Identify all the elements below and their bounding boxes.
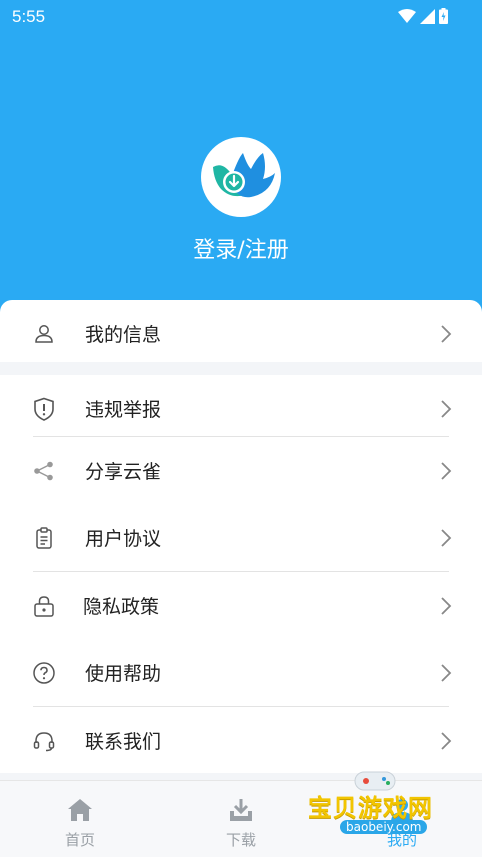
menu-item-label: 联系我们 — [85, 731, 162, 753]
chevron-right-icon — [441, 462, 452, 480]
settings-menu-card: 违规举报 分享云雀 用户协议 隐私政策 使用帮助 联系我们 — [0, 375, 482, 773]
clipboard-icon — [36, 527, 52, 549]
share-icon — [34, 461, 53, 481]
headset-icon — [33, 732, 55, 752]
battery-icon — [439, 8, 448, 24]
menu-item-user-agreement[interactable]: 用户协议 — [0, 504, 482, 571]
wifi-icon — [398, 8, 416, 23]
shield-alert-icon — [34, 397, 54, 421]
watermark-logo: 宝贝游戏网 baobeiy.com — [300, 766, 460, 856]
tab-label: 首页 — [64, 831, 95, 849]
status-bar: 5:55 — [0, 0, 482, 34]
login-register-link[interactable]: 登录/注册 — [0, 232, 482, 264]
menu-item-help[interactable]: 使用帮助 — [0, 639, 482, 706]
status-icons — [398, 8, 448, 24]
tab-label: 下载 — [225, 831, 256, 849]
chevron-right-icon — [441, 529, 452, 547]
menu-item-label: 我的信息 — [85, 324, 162, 346]
menu-item-my-info[interactable]: 我的信息 — [0, 300, 482, 367]
chevron-right-icon — [441, 400, 452, 418]
bird-logo-icon — [213, 153, 275, 198]
download-icon — [230, 799, 252, 821]
chevron-right-icon — [441, 597, 452, 615]
profile-header: 5:55 登录/注册 — [0, 0, 482, 330]
menu-item-report[interactable]: 违规举报 — [0, 375, 482, 442]
watermark-url: baobeiy.com — [340, 820, 428, 834]
tab-home[interactable]: 首页 — [0, 781, 160, 857]
app-logo-avatar[interactable] — [201, 137, 281, 217]
signal-icon — [420, 8, 435, 24]
status-time: 5:55 — [12, 7, 46, 26]
my-info-card: 我的信息 — [0, 300, 482, 362]
chevron-right-icon — [441, 664, 452, 682]
menu-item-label: 违规举报 — [85, 399, 162, 421]
user-icon — [35, 325, 53, 343]
tab-download[interactable]: 下载 — [161, 781, 321, 857]
lock-icon — [34, 596, 54, 617]
help-circle-icon — [33, 662, 55, 684]
menu-item-share[interactable]: 分享云雀 — [0, 437, 482, 504]
chevron-right-icon — [441, 325, 452, 343]
menu-item-label: 隐私政策 — [83, 596, 160, 618]
menu-item-privacy-policy[interactable]: 隐私政策 — [0, 572, 482, 639]
menu-item-label: 分享云雀 — [85, 461, 162, 483]
watermark-title: 宝贝游戏网 — [308, 794, 433, 822]
menu-item-label: 用户协议 — [85, 528, 162, 550]
menu-item-contact-us[interactable]: 联系我们 — [0, 707, 482, 774]
menu-item-label: 使用帮助 — [85, 663, 162, 685]
home-icon — [68, 799, 92, 821]
chevron-right-icon — [441, 732, 452, 750]
